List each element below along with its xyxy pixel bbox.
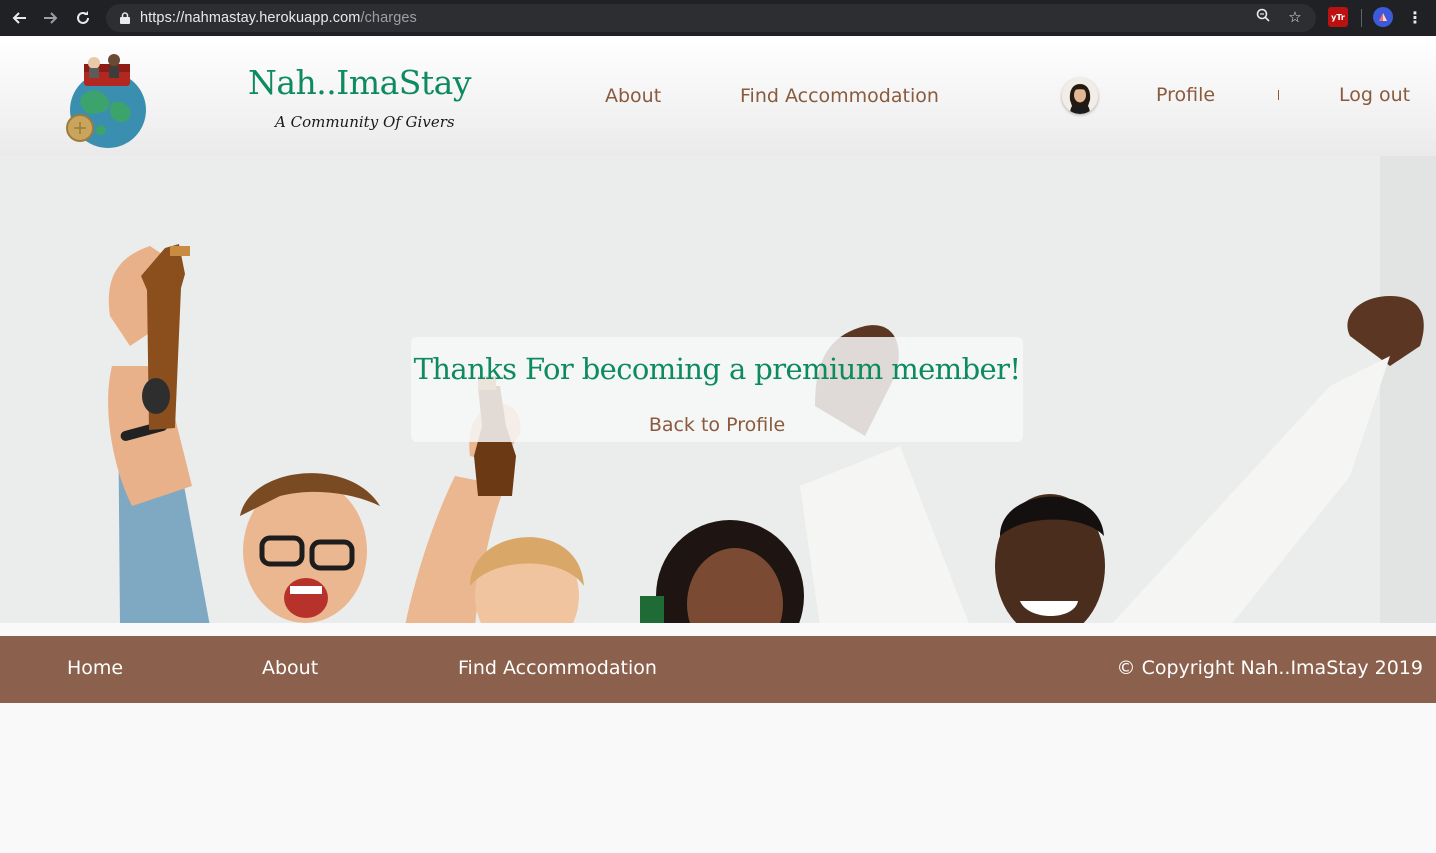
browser-toolbar: https://nahmastay.herokuapp.com/charges … xyxy=(0,0,1436,36)
nav-logout-link[interactable]: Log out xyxy=(1339,84,1410,106)
bookmark-star-icon[interactable]: ☆ xyxy=(1286,8,1304,26)
footer-home-link[interactable]: Home xyxy=(67,657,123,679)
footer-copyright: © Copyright Nah..ImaStay 2019 xyxy=(1116,657,1423,679)
footer-find-accommodation-link[interactable]: Find Accommodation xyxy=(458,657,657,679)
extension-ytr-icon[interactable]: yTr xyxy=(1328,7,1348,27)
site-tagline: A Community Of Givers xyxy=(275,113,455,131)
confirmation-card: Thanks For becoming a premium member! Ba… xyxy=(411,337,1023,442)
url-host: https://nahmastay.herokuapp.com xyxy=(140,10,361,26)
back-to-profile-link[interactable]: Back to Profile xyxy=(411,414,1023,436)
forward-arrow-icon[interactable] xyxy=(35,2,67,34)
reload-icon[interactable] xyxy=(67,2,99,34)
site-header: Nah..ImaStay A Community Of Givers About… xyxy=(0,36,1436,156)
globe-logo-icon[interactable] xyxy=(64,54,150,154)
lock-icon xyxy=(118,11,132,25)
zoom-icon[interactable] xyxy=(1254,8,1272,26)
hero-image: Thanks For becoming a premium member! Ba… xyxy=(0,156,1436,623)
premium-thanks-heading: Thanks For becoming a premium member! xyxy=(413,352,1021,386)
footer-about-link[interactable]: About xyxy=(262,657,318,679)
kebab-menu-icon[interactable]: ⋮ xyxy=(1406,7,1424,27)
nav-about-link[interactable]: About xyxy=(605,85,661,107)
url-text: https://nahmastay.herokuapp.com/charges xyxy=(140,10,417,26)
nav-divider xyxy=(1278,90,1279,100)
toolbar-divider xyxy=(1361,9,1362,27)
site-brand-title[interactable]: Nah..ImaStay xyxy=(248,63,471,102)
nav-profile-link[interactable]: Profile xyxy=(1156,84,1215,106)
back-arrow-icon[interactable] xyxy=(3,2,35,34)
site-footer: Home About Find Accommodation © Copyrigh… xyxy=(0,636,1436,703)
address-bar[interactable]: https://nahmastay.herokuapp.com/charges … xyxy=(106,4,1316,32)
user-avatar[interactable] xyxy=(1062,78,1098,114)
nav-find-accommodation-link[interactable]: Find Accommodation xyxy=(740,85,939,107)
url-path: /charges xyxy=(360,10,417,26)
profile-avatar-icon[interactable] xyxy=(1373,7,1393,27)
